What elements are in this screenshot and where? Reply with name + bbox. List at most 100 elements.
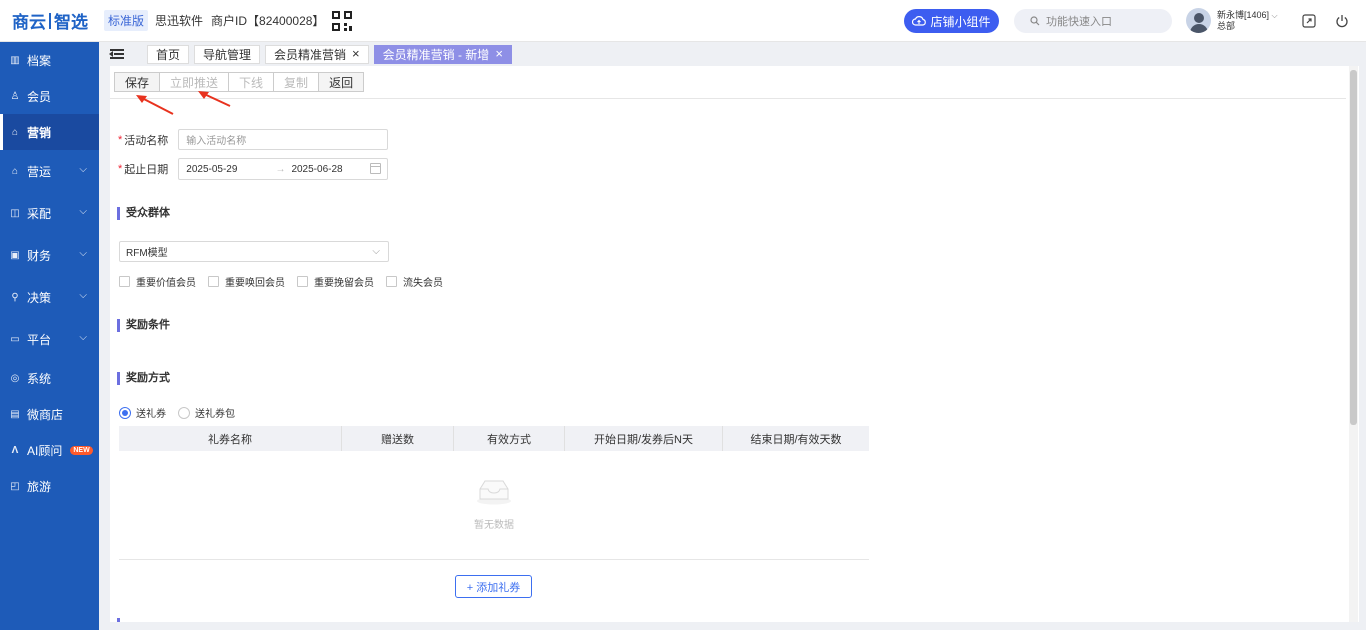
logo-separator — [49, 12, 51, 29]
checkbox-important-value[interactable]: 重要价值会员 — [119, 274, 196, 289]
operation-icon: ⌂ — [11, 165, 19, 177]
quick-search-input[interactable]: 功能快速入口 — [1014, 9, 1172, 33]
date-range-picker[interactable]: 2025-05-29 → 2025-06-28 — [178, 158, 389, 180]
scrollbar-thumb[interactable] — [1350, 70, 1357, 425]
marketing-icon: ⌂ — [11, 126, 19, 138]
close-icon[interactable]: × — [495, 47, 503, 60]
fullscreen-icon[interactable] — [1300, 12, 1318, 30]
sidebar-item-travel[interactable]: ◰ 旅游 — [0, 468, 99, 504]
store-widget-button[interactable]: 店铺小组件 — [904, 9, 999, 33]
sidebar-item-system[interactable]: ◎ 系统 — [0, 360, 99, 396]
cloud-icon — [912, 16, 927, 26]
empty-box-icon — [477, 480, 511, 505]
coupon-table: 礼券名称 赠送数 有效方式 开始日期/发券后N天 结束日期/有效天数 暂无数据 — [119, 426, 869, 560]
activity-name-placeholder: 输入活动名称 — [186, 136, 247, 147]
bottom-strip — [99, 622, 1366, 630]
quick-search-placeholder: 功能快速入口 — [1046, 16, 1112, 28]
sidebar-item-platform[interactable]: ▭ 平台 ⌵ — [0, 318, 99, 360]
sidebar-item-marketing[interactable]: ⌂ 营销 — [0, 114, 99, 150]
chevron-down-icon: ⌵ — [79, 206, 87, 217]
radio-circle[interactable] — [178, 406, 190, 419]
annotation-arrows — [136, 91, 231, 115]
chevron-down-icon: ⌵ — [79, 164, 87, 175]
power-icon[interactable] — [1333, 12, 1351, 30]
search-icon — [1030, 16, 1040, 26]
radio-coupon-package[interactable]: 送礼券包 — [178, 405, 235, 420]
logo-part1: 商云 — [12, 13, 46, 32]
new-badge: NEW — [70, 445, 93, 455]
user-menu[interactable]: 新永博[1406] ⌵ 总部 — [1186, 8, 1278, 33]
store-widget-label: 店铺小组件 — [930, 14, 991, 29]
audience-model-select[interactable]: RFM模型 ⌵ — [119, 241, 389, 262]
travel-icon: ◰ — [10, 480, 20, 492]
tab-home[interactable]: 首页 — [147, 44, 190, 64]
radio-circle[interactable] — [119, 406, 131, 419]
back-button[interactable]: 返回 — [318, 72, 365, 92]
sidebar-item-label: 系统 — [27, 371, 52, 386]
copy-button[interactable]: 复制 — [273, 72, 320, 92]
sidebar-item-label: 营销 — [27, 125, 52, 140]
tab-navigation[interactable]: 导航管理 — [194, 44, 261, 64]
sidebar-item-micro-store[interactable]: ▤ 微商店 — [0, 396, 99, 432]
sidebar-item-finance[interactable]: ▣ 财务 ⌵ — [0, 234, 99, 276]
sidebar-item-label: 采配 — [27, 206, 52, 221]
qr-code-icon[interactable] — [332, 10, 353, 31]
sidebar-item-member[interactable]: ♙ 会员 — [0, 78, 99, 114]
decision-icon: ⚲ — [11, 291, 19, 303]
finance-icon: ▣ — [10, 249, 20, 261]
checkbox-box[interactable] — [119, 276, 130, 287]
sidebar-item-decision[interactable]: ⚲ 决策 ⌵ — [0, 276, 99, 318]
user-name: 新永博[1406] — [1217, 10, 1270, 20]
activity-name-label: 活动名称 — [124, 134, 169, 147]
column-coupon-name: 礼券名称 — [119, 426, 342, 451]
ai-icon: Λ — [11, 444, 19, 456]
sidebar: ▥ 档案 ♙ 会员 ⌂ 营销 ⌂ 营运 ⌵ ◫ 采配 ⌵ ▣ 财务 ⌵ ⚲ 决策 ⌵ ▭ 平台 … — [0, 42, 99, 630]
toolbar-divider — [110, 98, 1346, 99]
sidebar-item-label: 平台 — [27, 332, 52, 347]
reward-condition-title: 奖励条件 — [117, 319, 170, 332]
menu-collapse-icon[interactable] — [107, 47, 127, 61]
top-header: 商云 智选 标准版 思迅软件 商户ID【82400028】 店铺小组件 功能快速入… — [0, 0, 1366, 42]
user-org: 总部 — [1217, 21, 1236, 31]
checkbox-box[interactable] — [297, 276, 308, 287]
tab-label: 导航管理 — [203, 47, 252, 62]
sidebar-item-archive[interactable]: ▥ 档案 — [0, 42, 99, 78]
checkbox-important-retain[interactable]: 重要挽留会员 — [297, 274, 374, 289]
sidebar-item-label: 营运 — [27, 164, 52, 179]
radio-coupon[interactable]: 送礼券 — [119, 405, 166, 420]
column-start-date: 开始日期/发券后N天 — [565, 426, 723, 451]
checkbox-label: 重要价值会员 — [136, 278, 196, 289]
column-validity-type: 有效方式 — [454, 426, 565, 451]
checkbox-box[interactable] — [386, 276, 397, 287]
reward-method-radio-group: 送礼券 送礼券包 — [119, 405, 235, 420]
checkbox-label: 流失会员 — [403, 278, 443, 289]
app-logo[interactable]: 商云 智选 — [0, 0, 100, 42]
checkbox-label: 重要挽留会员 — [314, 278, 374, 289]
archive-icon: ▥ — [10, 54, 20, 66]
sidebar-item-purchase[interactable]: ◫ 采配 ⌵ — [0, 192, 99, 234]
checkbox-important-recall[interactable]: 重要唤回会员 — [208, 274, 285, 289]
logo-part2: 智选 — [54, 13, 88, 32]
annotation-arrow-push — [198, 91, 231, 107]
tab-label: 首页 — [156, 47, 181, 62]
merchant-id: 商户ID【82400028】 — [211, 14, 325, 28]
user-icon: ♙ — [10, 90, 20, 102]
sidebar-item-label: 旅游 — [27, 479, 52, 494]
checkbox-lost[interactable]: 流失会员 — [386, 274, 443, 289]
activity-name-row: * 活动名称 输入活动名称 — [118, 129, 389, 150]
sidebar-item-operation[interactable]: ⌂ 营运 ⌵ — [0, 150, 99, 192]
activity-name-input[interactable]: 输入活动名称 — [178, 129, 389, 150]
checkbox-box[interactable] — [208, 276, 219, 287]
audience-title: 受众群体 — [117, 207, 170, 220]
column-end-date: 结束日期/有效天数 — [750, 433, 842, 446]
end-date: 2025-06-28 — [291, 163, 343, 175]
tab-member-marketing[interactable]: 会员精准营销 × — [265, 44, 369, 64]
avatar — [1186, 8, 1211, 33]
tab-member-marketing-new[interactable]: 会员精准营销 - 新增 × — [373, 44, 512, 64]
close-icon[interactable]: × — [352, 47, 360, 60]
annotation-arrow-save — [136, 95, 174, 115]
add-coupon-button[interactable]: + 添加礼券 — [455, 575, 532, 598]
chevron-down-icon: ⌵ — [79, 290, 87, 301]
system-icon: ◎ — [10, 372, 20, 384]
sidebar-item-ai-advisor[interactable]: Λ AI顾问 NEW — [0, 432, 99, 468]
